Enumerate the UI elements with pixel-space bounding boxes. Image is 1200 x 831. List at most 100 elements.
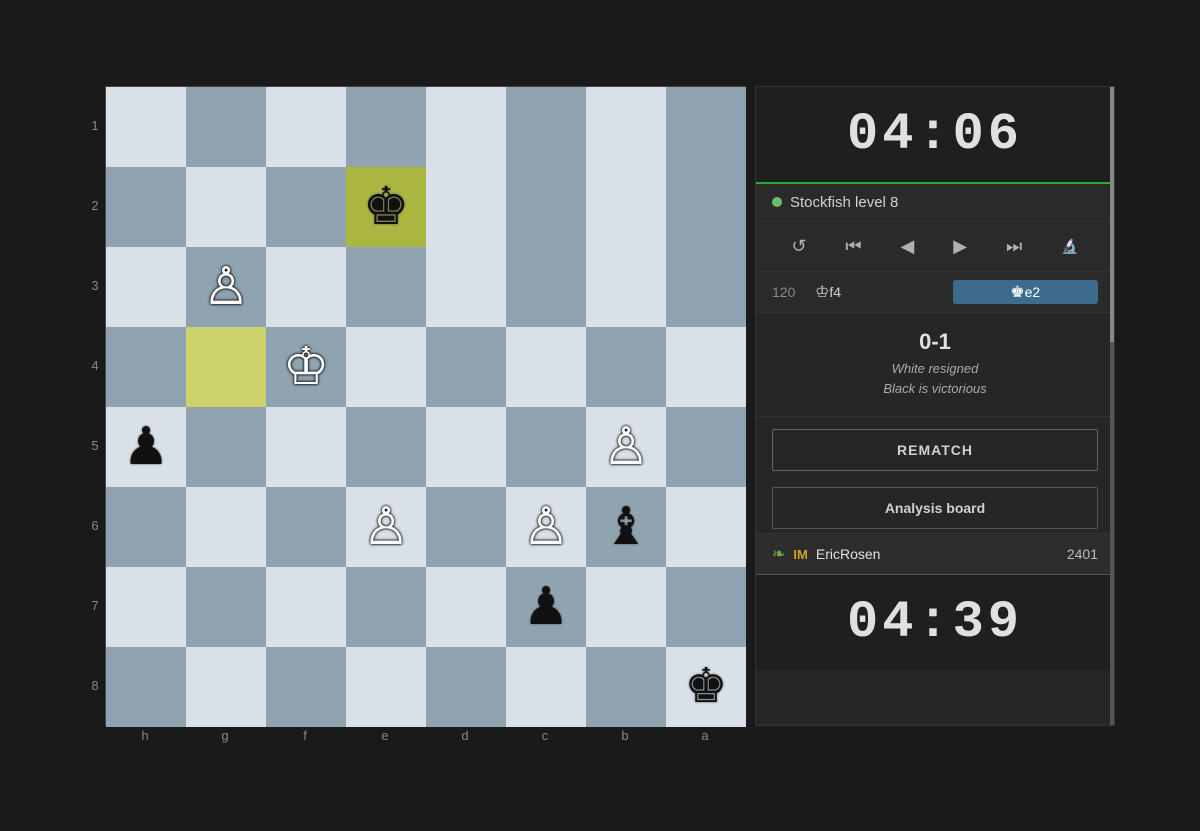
rematch-button[interactable]: REMATCH [772, 429, 1098, 471]
square-d5[interactable] [426, 407, 506, 487]
square-f8[interactable] [266, 647, 346, 727]
square-e1[interactable] [346, 87, 426, 167]
square-b3[interactable] [586, 247, 666, 327]
square-f6[interactable] [266, 487, 346, 567]
square-h4[interactable] [106, 327, 186, 407]
square-d2[interactable] [426, 167, 506, 247]
main-container: 1 2 3 4 5 6 7 8 [65, 66, 1135, 766]
square-e8[interactable] [346, 647, 426, 727]
square-c5[interactable] [506, 407, 586, 487]
prev-move-button[interactable]: ◀ [895, 232, 921, 261]
square-f4[interactable]: ♔ [266, 327, 346, 407]
square-a4[interactable] [666, 327, 746, 407]
square-b2[interactable] [586, 167, 666, 247]
rank-label-8: 8 [85, 646, 105, 726]
move-number: 120 [772, 284, 807, 300]
square-f5[interactable] [266, 407, 346, 487]
piece-white-pawn-c6: ♙ [523, 501, 570, 553]
rank-labels: 1 2 3 4 5 6 7 8 [85, 86, 105, 726]
analyze-button[interactable]: 🔬 [1055, 234, 1084, 259]
scrollbar[interactable] [1110, 87, 1114, 725]
square-h2[interactable] [106, 167, 186, 247]
square-b5[interactable]: ♙ [586, 407, 666, 487]
rank-label-7: 7 [85, 566, 105, 646]
square-h6[interactable] [106, 487, 186, 567]
analysis-board-button[interactable]: Analysis board [772, 487, 1098, 529]
engine-name: Stockfish level 8 [790, 194, 898, 211]
square-c2[interactable] [506, 167, 586, 247]
square-d3[interactable] [426, 247, 506, 327]
square-e7[interactable] [346, 567, 426, 647]
square-g3[interactable]: ♙ [186, 247, 266, 327]
result-score: 0-1 [772, 329, 1098, 355]
square-c4[interactable] [506, 327, 586, 407]
chess-board: ♚ ♙ [105, 86, 745, 726]
square-g4[interactable] [186, 327, 266, 407]
square-a8[interactable]: ♚ [666, 647, 746, 727]
next-move-button[interactable]: ▶ [947, 232, 973, 261]
player-icon: ❧ [772, 544, 785, 564]
piece-white-king-f4: ♔ [283, 341, 330, 393]
square-c3[interactable] [506, 247, 586, 327]
square-g8[interactable] [186, 647, 266, 727]
square-a1[interactable] [666, 87, 746, 167]
board-wrapper: 1 2 3 4 5 6 7 8 [85, 86, 745, 726]
square-f3[interactable] [266, 247, 346, 327]
square-b8[interactable] [586, 647, 666, 727]
square-g6[interactable] [186, 487, 266, 567]
square-g1[interactable] [186, 87, 266, 167]
square-f7[interactable] [266, 567, 346, 647]
timer-bottom: 04:39 [756, 575, 1114, 670]
square-f2[interactable] [266, 167, 346, 247]
square-b6[interactable]: ♝ [586, 487, 666, 567]
square-b4[interactable] [586, 327, 666, 407]
square-h5[interactable]: ♟ [106, 407, 186, 487]
square-d8[interactable] [426, 647, 506, 727]
square-c1[interactable] [506, 87, 586, 167]
square-d1[interactable] [426, 87, 506, 167]
file-label-d: d [425, 726, 505, 746]
square-d4[interactable] [426, 327, 506, 407]
square-b7[interactable] [586, 567, 666, 647]
square-a2[interactable] [666, 167, 746, 247]
move-black[interactable]: ♚e2 [953, 280, 1099, 304]
square-a7[interactable] [666, 567, 746, 647]
square-c6[interactable]: ♙ [506, 487, 586, 567]
player-bar: ❧ IM EricRosen 2401 [756, 533, 1114, 575]
first-move-button[interactable]: ⏮ [839, 232, 867, 261]
square-c7[interactable]: ♟ [506, 567, 586, 647]
square-h3[interactable] [106, 247, 186, 327]
piece-black-pawn-h5: ♟ [123, 421, 170, 473]
square-e2[interactable]: ♚ [346, 167, 426, 247]
square-d7[interactable] [426, 567, 506, 647]
flip-board-button[interactable]: ↺ [785, 232, 812, 261]
piece-white-pawn-b5: ♙ [603, 421, 650, 473]
square-g5[interactable] [186, 407, 266, 487]
square-e5[interactable] [346, 407, 426, 487]
rank-label-6: 6 [85, 486, 105, 566]
square-h1[interactable] [106, 87, 186, 167]
square-a6[interactable] [666, 487, 746, 567]
square-e4[interactable] [346, 327, 426, 407]
square-e6[interactable]: ♙ [346, 487, 426, 567]
square-c8[interactable] [506, 647, 586, 727]
square-e3[interactable] [346, 247, 426, 327]
scrollbar-thumb[interactable] [1110, 87, 1114, 342]
piece-black-king-e2: ♚ [363, 181, 410, 233]
player-name[interactable]: EricRosen [816, 546, 1059, 562]
square-g2[interactable] [186, 167, 266, 247]
bottom-timer-display: 04:39 [776, 593, 1094, 652]
timer-top: 04:06 [756, 87, 1114, 184]
square-a5[interactable] [666, 407, 746, 487]
square-h8[interactable] [106, 647, 186, 727]
square-g7[interactable] [186, 567, 266, 647]
square-h7[interactable] [106, 567, 186, 647]
square-f1[interactable] [266, 87, 346, 167]
piece-black-king-a8: ♚ [684, 663, 727, 711]
square-b1[interactable] [586, 87, 666, 167]
last-move-button[interactable]: ⏭ [1000, 232, 1028, 261]
square-a3[interactable] [666, 247, 746, 327]
file-label-b: b [585, 726, 665, 746]
piece-white-pawn-g3: ♙ [203, 261, 250, 313]
square-d6[interactable] [426, 487, 506, 567]
